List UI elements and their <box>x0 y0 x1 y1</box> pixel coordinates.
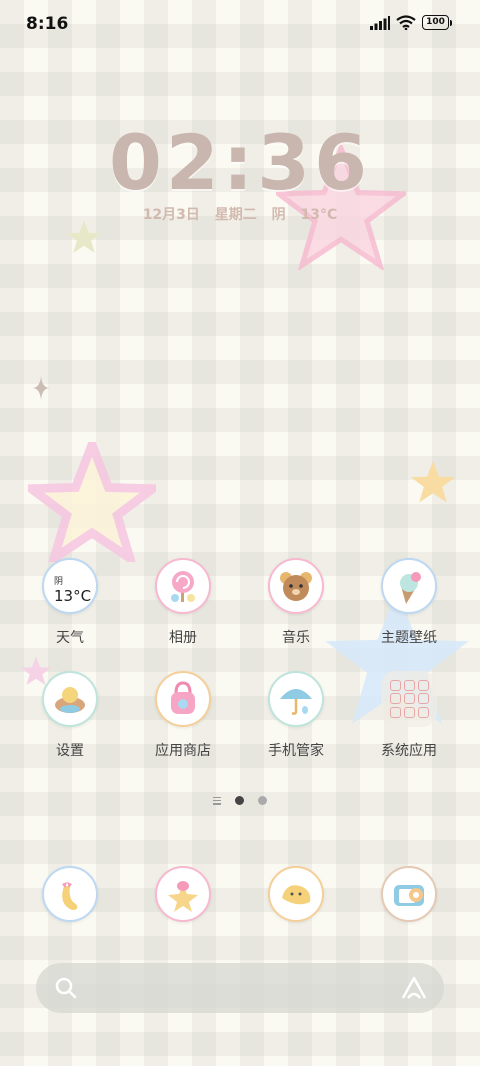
clock-time[interactable]: 02:36 <box>0 118 480 207</box>
app-label: 系统应用 <box>381 743 437 759</box>
status-icons: 100 <box>370 15 452 30</box>
weekday-text: 星期二 <box>214 207 257 223</box>
app-settings[interactable]: 设置 <box>22 671 118 760</box>
weather-text: 阴 <box>271 207 286 223</box>
temp-text: 13°C <box>300 207 338 223</box>
bear-icon <box>268 558 324 614</box>
battery-level: 100 <box>422 15 449 30</box>
search-icon <box>55 977 77 999</box>
banana-icon <box>42 866 98 922</box>
app-label: 应用商店 <box>155 743 211 759</box>
shopping-bag-icon <box>155 671 211 727</box>
dock-camera[interactable] <box>361 866 457 922</box>
search-bar[interactable] <box>36 963 444 1013</box>
app-label: 相册 <box>169 630 197 646</box>
camera-icon <box>381 866 437 922</box>
app-label: 主题壁纸 <box>381 630 437 646</box>
weather-icon-condition: 阴 <box>54 576 64 587</box>
battery-icon: 100 <box>422 15 452 30</box>
app-security[interactable]: 手机管家 <box>248 671 344 760</box>
umbrella-icon <box>268 671 324 727</box>
status-time: 8:16 <box>26 14 69 34</box>
app-folder-system[interactable]: 系统应用 <box>361 664 457 760</box>
cupcake-icon <box>42 671 98 727</box>
app-label: 手机管家 <box>268 743 324 759</box>
bread-icon <box>268 866 324 922</box>
cake-star-icon <box>155 866 211 922</box>
system-folder-icon <box>381 671 437 727</box>
dock-browser[interactable] <box>248 866 344 922</box>
app-music[interactable]: 音乐 <box>248 558 344 647</box>
app-label: 音乐 <box>282 630 310 646</box>
star-green-decoration <box>66 220 102 253</box>
app-themes[interactable]: 主题壁纸 <box>361 558 457 647</box>
sparkle-decoration <box>32 376 50 400</box>
assistant-icon[interactable] <box>400 975 428 1001</box>
page-indicator[interactable] <box>0 796 480 805</box>
wifi-icon <box>396 15 416 30</box>
date-text: 12月3日 <box>142 207 200 223</box>
ice-cream-icon <box>381 558 437 614</box>
app-gallery[interactable]: 相册 <box>135 558 231 647</box>
weather-icon: 阴 13°C <box>42 558 98 614</box>
app-label: 设置 <box>56 743 84 759</box>
app-label: 天气 <box>56 630 84 646</box>
weather-icon-temp: 13°C <box>54 586 92 605</box>
star-yellow-decoration <box>410 461 456 503</box>
page-dot-1[interactable] <box>235 796 244 805</box>
dock-messages[interactable] <box>135 866 231 922</box>
signal-icon <box>370 15 390 30</box>
app-weather[interactable]: 阴 13°C 天气 <box>22 558 118 647</box>
page-dot-2[interactable] <box>258 796 267 805</box>
star-pink-large-decoration <box>28 442 156 562</box>
dock-phone[interactable] <box>22 866 118 922</box>
date-weather-line: 12月3日 星期二 阴 13°C <box>0 204 480 224</box>
page-list-icon[interactable] <box>213 796 221 805</box>
lollipop-icon <box>155 558 211 614</box>
app-appstore[interactable]: 应用商店 <box>135 671 231 760</box>
